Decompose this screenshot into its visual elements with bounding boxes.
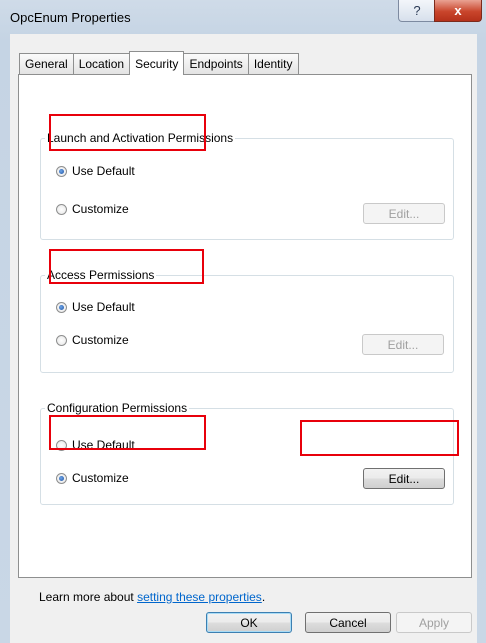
access-use-default-option[interactable]: Use Default [56, 300, 135, 314]
tab-security[interactable]: Security [129, 51, 185, 75]
properties-dialog: OpcEnum Properties ? x General Location … [0, 0, 486, 643]
radio-unchecked-icon[interactable] [56, 203, 67, 215]
help-button[interactable]: ? [398, 0, 436, 22]
learn-more-prefix: Learn more about [39, 590, 138, 604]
launch-use-default-option[interactable]: Use Default [56, 164, 135, 178]
help-icon: ? [413, 3, 421, 18]
config-customize-option[interactable]: Customize [56, 471, 129, 485]
launch-activation-group: Launch and Activation Permissions Use De… [40, 131, 454, 240]
launch-activation-title: Launch and Activation Permissions [45, 131, 236, 145]
access-permissions-title: Access Permissions [45, 268, 157, 282]
window-title: OpcEnum Properties [10, 10, 131, 25]
dialog-client-area: General Location Security Endpoints Iden… [10, 34, 477, 643]
learn-more-text: Learn more about setting these propertie… [39, 590, 265, 604]
apply-button[interactable]: Apply [396, 612, 472, 633]
config-use-default-label: Use Default [72, 438, 135, 452]
access-customize-label: Customize [72, 333, 129, 347]
launch-use-default-label: Use Default [72, 164, 135, 178]
tab-endpoints[interactable]: Endpoints [183, 53, 249, 74]
radio-checked-icon[interactable] [56, 301, 67, 313]
title-bar[interactable]: OpcEnum Properties ? x [0, 0, 486, 34]
configuration-edit-button[interactable]: Edit... [363, 468, 445, 489]
security-tab-panel: Launch and Activation Permissions Use De… [18, 74, 472, 578]
configuration-permissions-title: Configuration Permissions [45, 401, 190, 415]
cancel-button[interactable]: Cancel [305, 612, 391, 633]
radio-unchecked-icon[interactable] [56, 334, 67, 346]
launch-customize-label: Customize [72, 202, 129, 216]
learn-more-link[interactable]: setting these properties [137, 590, 262, 604]
tab-location[interactable]: Location [72, 53, 131, 74]
access-use-default-label: Use Default [72, 300, 135, 314]
radio-checked-icon[interactable] [56, 165, 67, 177]
access-customize-option[interactable]: Customize [56, 333, 129, 347]
access-permissions-group: Access Permissions Use Default Customize… [40, 268, 454, 373]
learn-more-suffix: . [261, 590, 266, 604]
tab-general[interactable]: General [19, 53, 74, 74]
launch-edit-button[interactable]: Edit... [363, 203, 445, 224]
access-edit-button[interactable]: Edit... [362, 334, 444, 355]
ok-button[interactable]: OK [206, 612, 292, 633]
tab-strip: General Location Security Endpoints Iden… [10, 51, 299, 75]
config-customize-label: Customize [72, 471, 129, 485]
tab-identity[interactable]: Identity [247, 53, 299, 74]
configuration-permissions-group: Configuration Permissions Use Default Cu… [40, 401, 454, 505]
radio-checked-icon[interactable] [56, 472, 67, 484]
close-icon: x [454, 3, 462, 18]
close-button[interactable]: x [434, 0, 482, 22]
radio-unchecked-icon[interactable] [56, 439, 67, 451]
launch-customize-option[interactable]: Customize [56, 202, 129, 216]
config-use-default-option[interactable]: Use Default [56, 438, 135, 452]
